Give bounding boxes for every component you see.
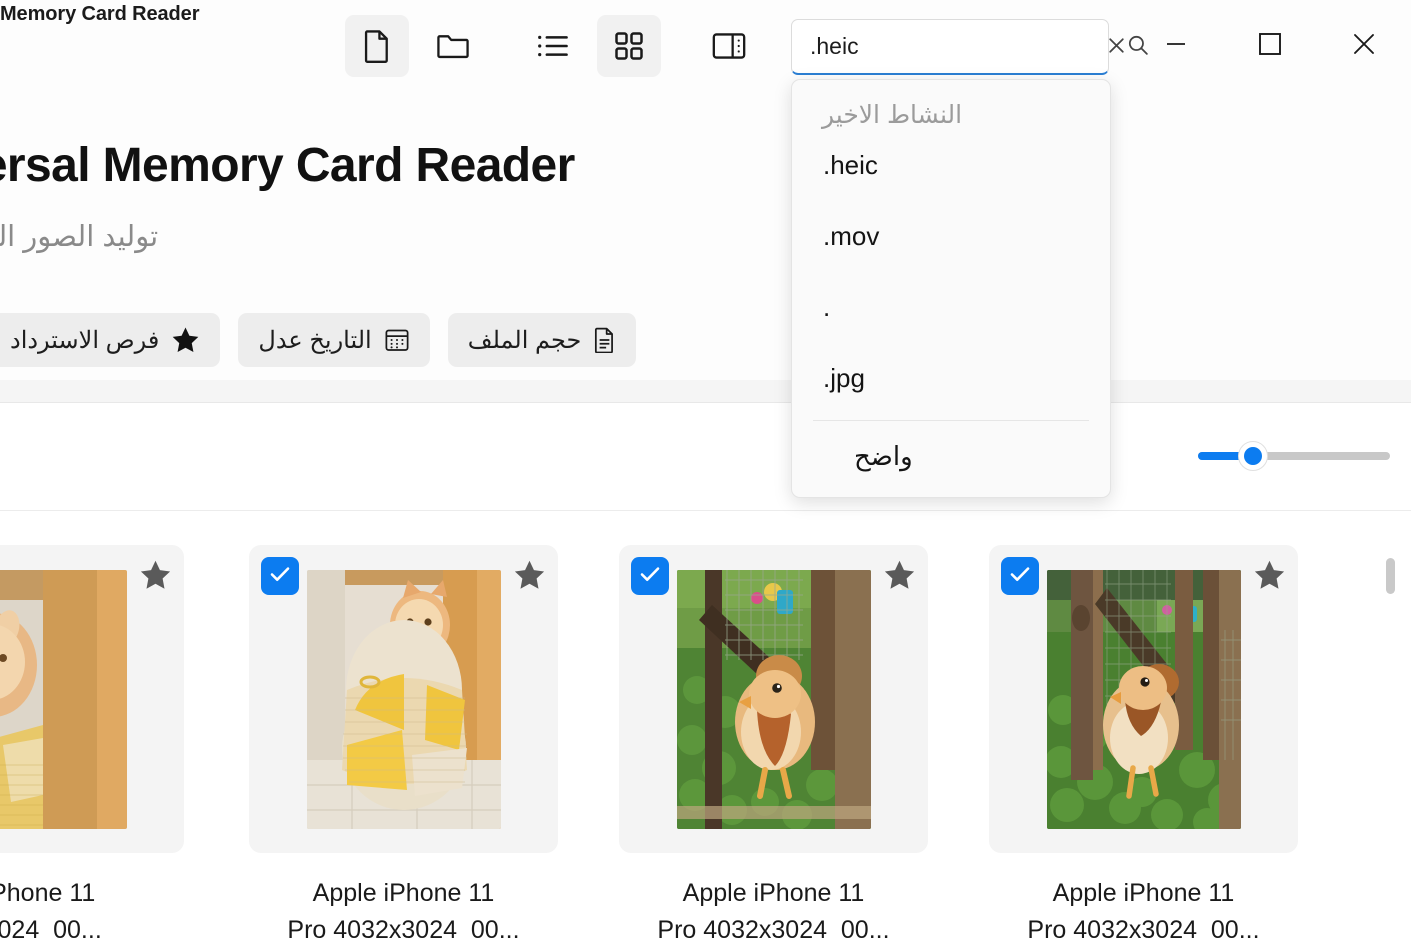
toolbar-separator-band <box>0 380 1411 403</box>
search-box[interactable] <box>791 19 1148 75</box>
filter-chip-recovery-chances[interactable]: فرص الاسترداد <box>0 313 221 367</box>
checkmark-icon <box>269 565 291 588</box>
filter-chip-label: حجم الملف <box>467 326 582 354</box>
toolbar-button-document[interactable] <box>345 15 409 77</box>
star-icon <box>171 326 200 354</box>
photo-card[interactable]: e iPhone 11 2x3024_00... <box>0 545 184 941</box>
title-bar: Memory Card Reader <box>0 0 1411 92</box>
maximize-icon <box>1257 31 1283 60</box>
photo-caption: Apple iPhone 11 Pro 4032x3024_00... <box>657 879 890 941</box>
filter-chip-date-modified[interactable]: التاريخ عدل <box>238 313 430 367</box>
photo-card[interactable]: Apple iPhone 11 Pro 4032x3024_00... <box>249 545 558 941</box>
photo-thumbnail[interactable] <box>0 545 184 853</box>
dropdown-header: النشاط الاخير <box>822 101 963 129</box>
photo-grid: e iPhone 11 2x3024_00... <box>0 511 1411 941</box>
slider-row <box>0 403 1411 511</box>
zoom-slider[interactable] <box>1198 441 1390 471</box>
star-icon[interactable] <box>883 559 916 596</box>
photo-checkbox[interactable] <box>261 557 299 595</box>
page-subtitle: توليد الصور المص. <box>0 221 159 253</box>
document-icon <box>593 327 616 353</box>
dropdown-item-clear[interactable]: واضح <box>792 421 1110 492</box>
folder-icon <box>436 31 470 61</box>
photo-image <box>676 569 871 829</box>
view-toolbar <box>345 15 773 77</box>
filter-chip-file-size[interactable]: حجم الملف <box>447 313 637 367</box>
split-panel-icon <box>712 31 746 61</box>
checkmark-icon <box>639 565 661 588</box>
photo-image <box>306 569 501 829</box>
dropdown-clear-label: واضح <box>854 441 913 471</box>
photo-checkbox[interactable] <box>1001 557 1039 595</box>
toolbar-button-grid-view[interactable] <box>597 15 661 77</box>
maximize-button[interactable] <box>1223 12 1317 78</box>
filter-chip-label: التاريخ عدل <box>258 326 372 354</box>
calendar-icon <box>384 327 410 353</box>
close-button[interactable] <box>1317 12 1411 78</box>
minimize-button[interactable] <box>1129 12 1223 78</box>
search-suggestions-dropdown: النشاط الاخير .heic .mov . .jpg واضح <box>791 79 1111 498</box>
photo-image <box>1046 569 1241 829</box>
star-icon[interactable] <box>139 559 172 596</box>
photo-caption: Apple iPhone 11 Pro 4032x3024_00... <box>1027 879 1260 941</box>
filter-chip-label: فرص الاسترداد <box>10 326 160 354</box>
minimize-icon <box>1164 37 1188 54</box>
photo-image <box>0 569 127 829</box>
close-icon <box>1106 35 1127 59</box>
star-icon[interactable] <box>513 559 546 596</box>
photo-caption: e iPhone 11 2x3024_00... <box>0 879 102 941</box>
dropdown-item-jpg[interactable]: .jpg <box>792 343 1110 414</box>
dropdown-item-heic[interactable]: .heic <box>792 130 1110 201</box>
close-icon <box>1350 30 1378 61</box>
toolbar-button-split-panel[interactable] <box>697 15 761 77</box>
checkmark-icon <box>1009 565 1031 588</box>
search-input[interactable] <box>792 20 1106 73</box>
window-controls <box>1129 12 1411 78</box>
search-clear-button[interactable] <box>1106 30 1127 64</box>
photo-card[interactable]: Apple iPhone 11 Pro 4032x3024_00... <box>989 545 1298 941</box>
dropdown-item-mov[interactable]: .mov <box>792 201 1110 272</box>
page-title: iversal Memory Card Reader <box>0 139 575 192</box>
photo-thumbnail[interactable] <box>989 545 1298 853</box>
filter-chip-group: حجم الملف التاريخ عدل فرص الاسترداد <box>0 313 637 367</box>
toolbar-button-list-view[interactable] <box>521 15 585 77</box>
window-title: Memory Card Reader <box>0 3 200 25</box>
photo-thumbnail[interactable] <box>619 545 928 853</box>
grid-view-icon <box>614 31 644 61</box>
photo-checkbox[interactable] <box>631 557 669 595</box>
toolbar-button-folder[interactable] <box>421 15 485 77</box>
dropdown-item-dot[interactable]: . <box>792 272 1110 343</box>
document-icon <box>362 29 392 63</box>
photo-thumbnail[interactable] <box>249 545 558 853</box>
photo-caption: Apple iPhone 11 Pro 4032x3024_00... <box>287 879 520 941</box>
list-view-icon <box>537 33 569 59</box>
star-icon[interactable] <box>1253 559 1286 596</box>
slider-thumb[interactable] <box>1238 441 1268 471</box>
vertical-scrollbar-thumb[interactable] <box>1386 558 1395 594</box>
hero-section: iversal Memory Card Reader توليد الصور ا… <box>0 92 1411 403</box>
photo-card[interactable]: Apple iPhone 11 Pro 4032x3024_00... <box>619 545 928 941</box>
